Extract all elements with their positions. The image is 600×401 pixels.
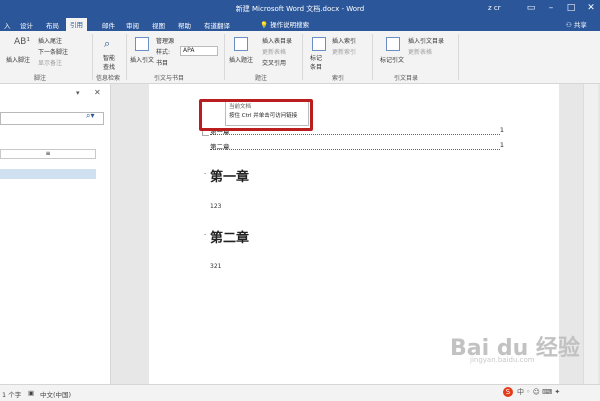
insert-citation-icon (135, 37, 149, 51)
group-index-label: 索引 (332, 75, 345, 82)
toc-page-number: 1 (497, 141, 504, 149)
maximize-icon[interactable]: □ (562, 2, 580, 14)
lightbulb-icon: 💡 (260, 21, 271, 29)
insert-caption-button[interactable]: 插入题注 (229, 55, 253, 64)
group-citation-label: 引文与书目 (154, 75, 185, 82)
insert-toa-button[interactable]: 插入引文目录 (408, 36, 444, 45)
body-text[interactable]: 321 (210, 263, 221, 270)
chevron-down-icon[interactable]: ▾ (76, 89, 80, 97)
language-indicator[interactable]: 中文(中国) (40, 389, 71, 399)
footnote-ab-icon: AB¹ (14, 37, 30, 47)
ribbon: AB¹ 插入脚注 插入尾注 下一条脚注 显示备注 脚注 ⌕ 智能查找 信息检索 … (0, 31, 600, 84)
show-notes-button[interactable]: 显示备注 (38, 58, 62, 67)
group-caption-label: 题注 (255, 75, 268, 82)
sogou-ime-icon[interactable]: S (503, 387, 513, 397)
divider (458, 34, 459, 80)
nav-heading-row[interactable]: ≡ (0, 149, 96, 159)
heading-2[interactable]: 第二章 (210, 227, 249, 246)
group-toa-label: 引文目录 (394, 75, 419, 82)
close-icon[interactable]: ✕ (582, 2, 600, 14)
vertical-scrollbar[interactable] (583, 84, 598, 384)
insert-table-figures-button[interactable]: 插入表目录 (262, 36, 292, 45)
share-button[interactable]: ⚇ 共享 (566, 19, 587, 29)
tab-references[interactable]: 引用 (66, 18, 87, 31)
person-icon: ⚇ (566, 21, 574, 29)
tab-insert[interactable]: 入 (0, 19, 15, 31)
smart-lookup-button[interactable]: 智能查找 (103, 53, 117, 71)
ribbon-display-icon[interactable]: ▭ (522, 2, 540, 14)
share-label: 共享 (573, 21, 587, 29)
toc-page-number: 1 (497, 126, 504, 134)
next-footnote-button[interactable]: 下一条脚注 (38, 47, 68, 56)
mark-citation-button[interactable]: 标记引文 (380, 55, 404, 64)
navigation-pane (0, 84, 111, 384)
tab-youdao[interactable]: 有道翻译 (200, 19, 234, 31)
divider (302, 34, 303, 80)
heading-bullet: · (204, 231, 207, 239)
word-count[interactable]: 1 个字 (2, 389, 21, 399)
insert-endnote-button[interactable]: 插入尾注 (38, 36, 62, 45)
tab-design[interactable]: 设计 (16, 19, 37, 31)
minimize-icon[interactable]: – (542, 2, 560, 14)
style-label: 样式: (156, 49, 171, 56)
tab-review[interactable]: 审阅 (122, 19, 143, 31)
divider (372, 34, 373, 80)
insert-citation-button[interactable]: 插入引文 (130, 55, 154, 64)
tab-mailings[interactable]: 邮件 (98, 19, 119, 31)
tab-view[interactable]: 视图 (148, 19, 169, 31)
divider (126, 34, 127, 80)
window-title: 新建 Microsoft Word 文档.docx - Word (235, 5, 365, 13)
nav-close-icon[interactable]: ✕ (94, 88, 101, 97)
search-icon[interactable]: ⌕▾ (86, 111, 95, 121)
mark-entry-icon (312, 37, 326, 51)
cross-reference-button[interactable]: 交叉引用 (262, 58, 286, 67)
insert-caption-icon (234, 37, 248, 51)
insert-footnote-button[interactable]: 插入脚注 (6, 55, 30, 64)
proofing-icon[interactable]: ▣ (28, 389, 34, 397)
tell-me-search[interactable]: 💡 操作说明搜索 (260, 19, 309, 29)
update-index-button[interactable]: 更新索引 (332, 47, 356, 56)
heading-1[interactable]: 第一章 (210, 166, 249, 185)
tab-layout[interactable]: 布局 (42, 19, 63, 31)
update-toa-button[interactable]: 更新表格 (408, 47, 432, 56)
toc-entry[interactable]: 第二章 1 (210, 141, 504, 151)
tray-icons[interactable]: 中 ◦ ☺ ⌨ ✦ (517, 387, 560, 397)
group-info-label: 信息检索 (96, 75, 121, 82)
highlight-box (199, 99, 313, 131)
body-text[interactable]: 123 (210, 203, 221, 210)
manage-sources-button[interactable]: 管理源 (156, 36, 174, 45)
title-bar: 新建 Microsoft Word 文档.docx - Word z cr ▭ … (0, 0, 600, 17)
smart-lookup-icon: ⌕ (104, 37, 111, 50)
mark-entry-button[interactable]: 标记条目 (310, 53, 324, 71)
toc-entry-text: 第二章 (210, 143, 230, 151)
insert-index-button[interactable]: 插入索引 (332, 36, 356, 45)
tab-help[interactable]: 帮助 (174, 19, 195, 31)
divider (92, 34, 93, 80)
tell-me-label: 操作说明搜索 (270, 21, 310, 29)
heading-bullet: · (204, 170, 207, 178)
divider (224, 34, 225, 80)
watermark-url: jingyan.baidu.com (470, 356, 535, 364)
nav-selected-item[interactable] (0, 169, 96, 179)
update-table-button[interactable]: 更新表格 (262, 47, 286, 56)
bibliography-button[interactable]: 书目 (156, 58, 168, 67)
user-name[interactable]: z cr (488, 4, 501, 12)
group-footnote-label: 脚注 (34, 75, 47, 82)
mark-citation-icon (386, 37, 400, 51)
style-select[interactable]: APA (180, 46, 218, 56)
